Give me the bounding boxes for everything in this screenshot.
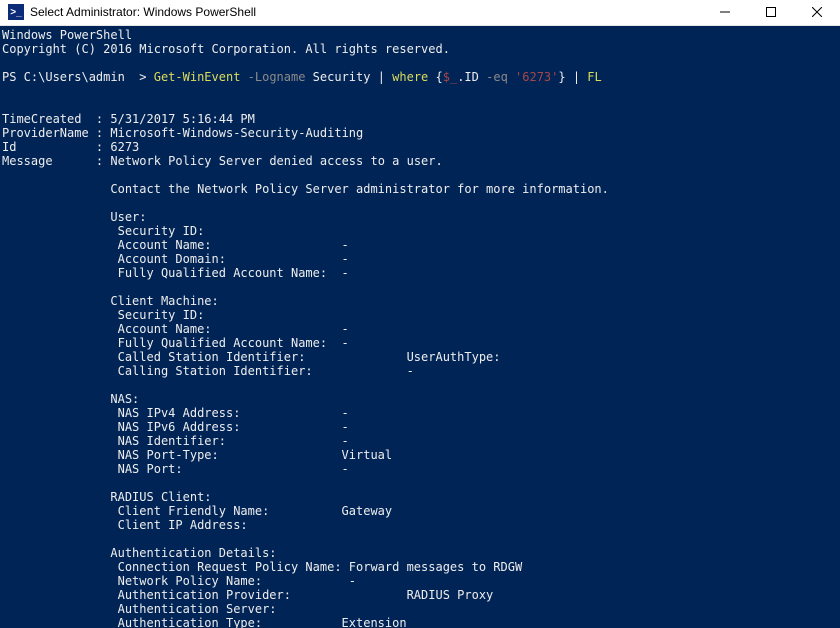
minimize-button[interactable] [702,0,748,25]
msg-line: Contact the Network Policy Server admini… [2,182,609,196]
field-message-key: Message : [2,154,103,168]
window-title: Select Administrator: Windows PowerShell [30,5,702,19]
msg-line: RADIUS Client: [2,490,212,504]
prompt-eq: -eq [479,70,508,84]
msg-line: Fully Qualified Account Name: - [2,266,349,280]
msg-line: Network Policy Name: - [2,574,356,588]
prompt-brace-open: { [428,70,442,84]
msg-line: NAS Port: - [2,462,349,476]
msg-line: Authentication Details: [2,546,277,560]
msg-line: Security ID: [2,224,204,238]
msg-line: NAS IPv4 Address: - [2,406,349,420]
msg-line: Authentication Server: [2,602,277,616]
console-area[interactable]: Windows PowerShell Copyright (C) 2016 Mi… [0,26,840,628]
msg-line: NAS Identifier: - [2,434,349,448]
msg-line: Calling Station Identifier: - [2,364,414,378]
msg-line: Called Station Identifier: UserAuthType: [2,350,501,364]
field-timecreated-value: 5/31/2017 5:16:44 PM [103,112,255,126]
msg-line: Security ID: [2,308,204,322]
window-controls [702,0,840,25]
msg-line: Account Domain: - [2,252,349,266]
prompt-prefix: PS C:\Users\admin > [2,70,154,84]
msg-line: NAS IPv6 Address: - [2,420,349,434]
msg-line: Account Name: - [2,238,349,252]
field-timecreated-key: TimeCreated : [2,112,103,126]
prompt-fl: FL [580,70,602,84]
prompt-where: where [385,70,428,84]
prompt-id: .ID [457,70,479,84]
banner-line-1: Windows PowerShell [2,28,132,42]
msg-line: NAS Port-Type: Virtual [2,448,392,462]
powershell-window: >_ Select Administrator: Windows PowerSh… [0,0,840,628]
msg-line: Connection Request Policy Name: Forward … [2,560,522,574]
prompt-literal-6273: '6273' [508,70,559,84]
prompt-dollar-underscore: $_ [443,70,457,84]
maximize-button[interactable] [748,0,794,25]
field-providername-value: Microsoft-Windows-Security-Auditing [103,126,363,140]
field-id-key: Id : [2,140,103,154]
prompt-arg-security: Security | [305,70,384,84]
msg-line: Account Name: - [2,322,349,336]
field-message-value: Network Policy Server denied access to a… [103,154,443,168]
titlebar[interactable]: >_ Select Administrator: Windows PowerSh… [0,0,840,26]
msg-line: Fully Qualified Account Name: - [2,336,349,350]
banner-line-2: Copyright (C) 2016 Microsoft Corporation… [2,42,450,56]
prompt-cmd: Get-WinEvent [154,70,241,84]
field-providername-key: ProviderName : [2,126,103,140]
prompt-param-logname: -Logname [240,70,305,84]
powershell-app-icon: >_ [8,4,24,20]
msg-line: Client IP Address: [2,518,248,532]
msg-line: Authentication Provider: RADIUS Proxy [2,588,493,602]
field-id-value: 6273 [103,140,139,154]
msg-line: User: [2,210,147,224]
msg-line: Authentication Type: Extension [2,616,407,628]
msg-line: Client Friendly Name: Gateway [2,504,392,518]
msg-line: NAS: [2,392,139,406]
close-button[interactable] [794,0,840,25]
msg-line: Client Machine: [2,294,219,308]
prompt-brace-close: } | [558,70,580,84]
